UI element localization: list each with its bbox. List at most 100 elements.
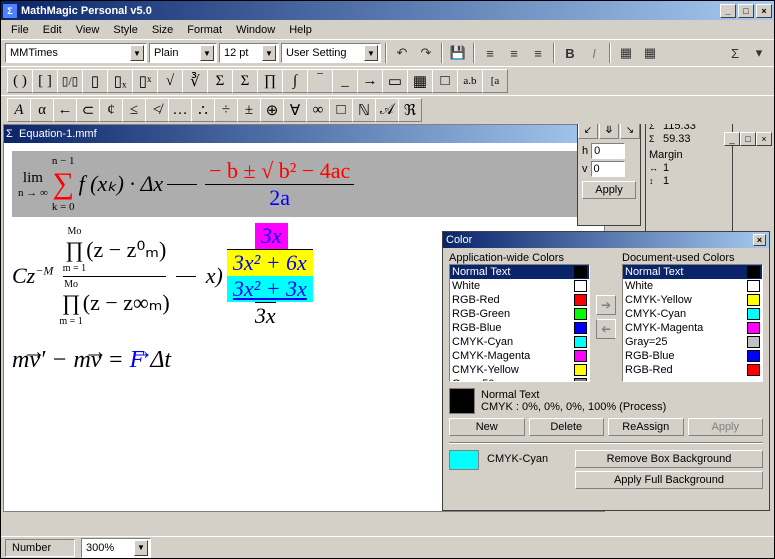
- menu-format[interactable]: Format: [181, 22, 228, 38]
- menu-style[interactable]: Style: [107, 22, 143, 38]
- color-button[interactable]: ▦: [639, 42, 661, 64]
- italic-button[interactable]: I: [583, 42, 605, 64]
- minimize-button[interactable]: _: [720, 4, 736, 18]
- move-right-button[interactable]: ➔: [596, 295, 616, 315]
- paren-template[interactable]: ( ): [7, 69, 33, 93]
- doc-colors-list[interactable]: Normal TextWhiteCMYK-YellowCMYK-CyanCMYK…: [622, 264, 763, 382]
- matrix-template[interactable]: ▦: [407, 69, 433, 93]
- sub-template[interactable]: ▯ₓ: [107, 69, 133, 93]
- maximize-button[interactable]: □: [738, 4, 754, 18]
- color-item[interactable]: Normal Text: [623, 265, 762, 279]
- nudge-se[interactable]: ↘: [620, 124, 640, 139]
- nudge-sw[interactable]: ↙: [578, 124, 598, 139]
- nudge-s[interactable]: ⤋: [599, 124, 619, 139]
- save-button[interactable]: 💾: [447, 42, 469, 64]
- color-item[interactable]: RGB-Blue: [450, 321, 589, 335]
- color-close[interactable]: ×: [753, 234, 766, 246]
- ab-template[interactable]: a.b: [457, 69, 483, 93]
- sum2-template[interactable]: Σ: [232, 69, 258, 93]
- frac-template[interactable]: ▯/▯: [57, 69, 83, 93]
- remove-box-bg-button[interactable]: Remove Box Background: [575, 450, 763, 468]
- panel-dd-button[interactable]: ▾: [748, 42, 770, 64]
- color-item[interactable]: RGB-Red: [450, 293, 589, 307]
- subset-symbol[interactable]: ⊂: [76, 98, 100, 122]
- color-item[interactable]: CMYK-Magenta: [623, 321, 762, 335]
- square-symbol[interactable]: □: [329, 98, 353, 122]
- font-size-combo[interactable]: 12 pt▼: [219, 43, 279, 63]
- zoom-combo[interactable]: 300%▼: [81, 538, 151, 558]
- nth-root-template[interactable]: ∛: [182, 69, 208, 93]
- color-item[interactable]: CMYK-Cyan: [623, 307, 762, 321]
- root-template[interactable]: √: [157, 69, 183, 93]
- box-template[interactable]: ▭: [382, 69, 408, 93]
- color-item[interactable]: Gray=50: [450, 377, 589, 382]
- color-item[interactable]: CMYK-Yellow: [623, 293, 762, 307]
- sum-template[interactable]: Σ: [207, 69, 233, 93]
- natural-symbol[interactable]: ℕ: [352, 98, 376, 122]
- bold-button[interactable]: B: [559, 42, 581, 64]
- color-reassign-button[interactable]: ReAssign: [608, 418, 684, 436]
- color-delete-button[interactable]: Delete: [529, 418, 605, 436]
- redo-button[interactable]: ↷: [415, 42, 437, 64]
- ellipsis-symbol[interactable]: …: [168, 98, 192, 122]
- divide-symbol[interactable]: ÷: [214, 98, 238, 122]
- mdi-min[interactable]: _: [724, 132, 740, 146]
- color-item[interactable]: White: [623, 279, 762, 293]
- overbar-template[interactable]: ‾: [307, 69, 333, 93]
- italic-A-symbol[interactable]: A: [7, 98, 31, 122]
- close-button[interactable]: ×: [756, 4, 772, 18]
- therefore-symbol[interactable]: ∴: [191, 98, 215, 122]
- bracket-a-template[interactable]: [a: [482, 69, 508, 93]
- color-item[interactable]: RGB-Blue: [623, 349, 762, 363]
- color-item[interactable]: RGB-Green: [450, 307, 589, 321]
- color-item[interactable]: Normal Text: [450, 265, 589, 279]
- integral-template[interactable]: ∫: [282, 69, 308, 93]
- color-item[interactable]: RGB-Red: [623, 363, 762, 377]
- forall-symbol[interactable]: ∀: [283, 98, 307, 122]
- underbar-template[interactable]: _: [332, 69, 358, 93]
- nudge-h-input[interactable]: [591, 143, 625, 159]
- color-item[interactable]: Gray=25: [623, 335, 762, 349]
- menu-file[interactable]: File: [5, 22, 35, 38]
- real-symbol[interactable]: ℜ: [398, 98, 422, 122]
- align-right-button[interactable]: ≡: [527, 42, 549, 64]
- color-item[interactable]: CMYK-Yellow: [450, 363, 589, 377]
- nudge-v-input[interactable]: [591, 161, 625, 177]
- color-box-button[interactable]: ▦: [615, 42, 637, 64]
- menu-window[interactable]: Window: [230, 22, 281, 38]
- infinity-symbol[interactable]: ∞: [306, 98, 330, 122]
- sup-template[interactable]: ▯ˣ: [132, 69, 158, 93]
- notlt-symbol[interactable]: ≮: [145, 98, 169, 122]
- lte-symbol[interactable]: ≤: [122, 98, 146, 122]
- app-colors-list[interactable]: Normal TextWhiteRGB-RedRGB-GreenRGB-Blue…: [449, 264, 590, 382]
- menu-view[interactable]: View: [70, 22, 106, 38]
- nudge-apply-button[interactable]: Apply: [582, 181, 636, 199]
- mdi-close[interactable]: ×: [756, 132, 772, 146]
- prod-template[interactable]: ∏: [257, 69, 283, 93]
- user-setting-combo[interactable]: User Setting▼: [281, 43, 381, 63]
- color-new-button[interactable]: New: [449, 418, 525, 436]
- arrow-symbol[interactable]: ←: [53, 98, 77, 122]
- font-name-combo[interactable]: MMTimes▼: [5, 43, 147, 63]
- sigma-button[interactable]: Σ: [724, 42, 746, 64]
- pm-symbol[interactable]: ±: [237, 98, 261, 122]
- color-item[interactable]: CMYK-Cyan: [450, 335, 589, 349]
- font-style-combo[interactable]: Plain▼: [149, 43, 217, 63]
- move-left-button[interactable]: ➔: [596, 319, 616, 339]
- box2-template[interactable]: □: [432, 69, 458, 93]
- apply-full-bg-button[interactable]: Apply Full Background: [575, 471, 763, 489]
- cent-symbol[interactable]: ¢: [99, 98, 123, 122]
- script-A-symbol[interactable]: 𝒜: [375, 98, 399, 122]
- color-apply-button[interactable]: Apply: [688, 418, 764, 436]
- color-item[interactable]: CMYK-Magenta: [450, 349, 589, 363]
- mdi-max[interactable]: □: [740, 132, 756, 146]
- bracket-template[interactable]: [ ]: [32, 69, 58, 93]
- frac2-template[interactable]: ▯: [82, 69, 108, 93]
- align-center-button[interactable]: ≡: [503, 42, 525, 64]
- oplus-symbol[interactable]: ⊕: [260, 98, 284, 122]
- menu-size[interactable]: Size: [146, 22, 179, 38]
- align-left-button[interactable]: ≡: [479, 42, 501, 64]
- color-item[interactable]: White: [450, 279, 589, 293]
- menu-help[interactable]: Help: [283, 22, 318, 38]
- menu-edit[interactable]: Edit: [37, 22, 68, 38]
